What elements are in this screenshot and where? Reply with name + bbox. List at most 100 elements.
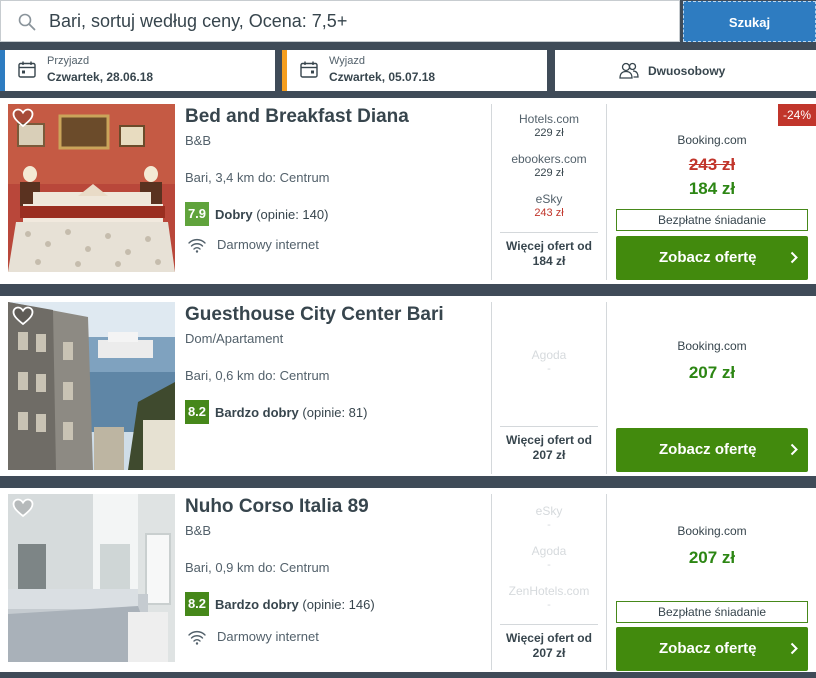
- offer-price: 243 zł: [534, 207, 564, 219]
- old-price: 243 zł: [608, 155, 816, 175]
- heart-icon[interactable]: [12, 498, 34, 518]
- hotel-photo-image: [8, 302, 175, 470]
- old-price-value: 243 zł: [688, 155, 736, 174]
- offer-price: -: [547, 599, 551, 611]
- rating-word: Bardzo dobry: [215, 596, 299, 612]
- view-deal-label: Zobacz ofertę: [659, 441, 757, 458]
- deal-price: 207 zł: [688, 548, 736, 567]
- more-offers-link[interactable]: Więcej ofert od 184 zł: [500, 232, 598, 269]
- checkout-label: Wyjazd: [329, 55, 365, 67]
- wifi-icon: [188, 630, 206, 645]
- offers-column: Hotels.com 229 zł ebookers.com 229 zł eS…: [491, 104, 607, 280]
- hotel-card: Nuho Corso Italia 89 B&B Bari, 0,9 km do…: [0, 488, 816, 672]
- checkout-value: Czwartek, 05.07.18: [329, 70, 436, 84]
- rating-word: Bardzo dobry: [215, 404, 299, 420]
- more-offers-label: Więcej ofert od: [506, 239, 592, 253]
- checkin-value: Czwartek, 28.06.18: [47, 70, 154, 84]
- rating-score-badge: 8.2: [185, 400, 209, 424]
- calendar-icon: [18, 61, 36, 78]
- heart-icon[interactable]: [12, 306, 34, 326]
- hotel-photo-image: [8, 104, 175, 272]
- rating: 8.2 Bardzo dobry (opinie: 146): [185, 592, 375, 616]
- hotel-card: Guesthouse City Center Bari Dom/Apartame…: [0, 296, 816, 476]
- offers-column: eSky - Agoda - ZenHotels.com - Więcej of…: [491, 494, 607, 670]
- deal-provider: Booking.com: [677, 339, 747, 353]
- hotel-distance: Bari, 3,4 km do: Centrum: [185, 170, 330, 185]
- rating-score-badge: 7.9: [185, 202, 209, 226]
- hotel-card: Bed and Breakfast Diana B&B Bari, 3,4 km…: [0, 98, 816, 284]
- room-type-selector[interactable]: Dwuosobowy: [555, 50, 816, 91]
- offer-provider: Hotels.com: [518, 112, 580, 126]
- search-bar: Bari, sortuj według ceny, Ocena: 7,5+ Sz…: [0, 0, 816, 44]
- chevron-right-icon: [790, 642, 798, 655]
- offer-item[interactable]: Hotels.com 229 zł: [492, 112, 606, 140]
- search-button[interactable]: Szukaj: [683, 1, 816, 42]
- offer-provider: eSky: [535, 504, 563, 518]
- discount-badge: -24%: [778, 104, 816, 126]
- hotel-name[interactable]: Guesthouse City Center Bari: [185, 304, 444, 326]
- amenity-label: Darmowy internet: [217, 237, 319, 252]
- more-offers-link[interactable]: Więcej ofert od 207 zł: [500, 426, 598, 463]
- hotel-distance: Bari, 0,6 km do: Centrum: [185, 368, 330, 383]
- filter-bar: Przyjazd Czwartek, 28.06.18 Wyjazd Czwar…: [0, 50, 816, 91]
- offer-item[interactable]: eSky 243 zł: [492, 192, 606, 220]
- view-deal-label: Zobacz ofertę: [659, 249, 757, 266]
- offer-price: 229 zł: [534, 127, 564, 139]
- checkout-date-picker[interactable]: Wyjazd Czwartek, 05.07.18: [282, 50, 547, 91]
- hotel-name[interactable]: Bed and Breakfast Diana: [185, 106, 409, 128]
- more-offers-price: 207 zł: [532, 646, 566, 660]
- amenity-label: Darmowy internet: [217, 629, 319, 644]
- search-icon: [18, 13, 36, 31]
- rating-count[interactable]: (opinie: 146): [302, 597, 374, 612]
- rating-count[interactable]: (opinie: 140): [256, 207, 328, 222]
- wifi-icon: [188, 238, 206, 253]
- chevron-right-icon: [790, 251, 798, 264]
- best-deal: Booking.com 207 zł Zobacz ofertę: [608, 296, 816, 476]
- hotel-type: Dom/Apartament: [185, 331, 284, 346]
- offer-price: -: [547, 559, 551, 571]
- checkin-label: Przyjazd: [47, 55, 90, 67]
- offer-price: 229 zł: [534, 167, 564, 179]
- hotel-photo[interactable]: [8, 104, 175, 272]
- offer-price: -: [547, 363, 551, 375]
- rating: 8.2 Bardzo dobry (opinie: 81): [185, 400, 367, 424]
- guests-icon: [619, 62, 639, 79]
- offer-item: Agoda -: [492, 348, 606, 376]
- hotel-photo[interactable]: [8, 494, 175, 662]
- calendar-icon: [300, 61, 318, 78]
- view-deal-button[interactable]: Zobacz ofertę: [616, 627, 808, 671]
- offer-item[interactable]: ebookers.com 229 zł: [492, 152, 606, 180]
- deal-provider: Booking.com: [677, 133, 747, 147]
- offer-item: eSky -: [492, 504, 606, 532]
- best-deal: Booking.com 207 zł Bezpłatne śniadanie Z…: [608, 488, 816, 672]
- hotel-distance: Bari, 0,9 km do: Centrum: [185, 560, 330, 575]
- more-offers-price: 207 zł: [532, 448, 566, 462]
- search-query: Bari, sortuj według ceny, Ocena: 7,5+: [49, 11, 348, 31]
- chevron-right-icon: [790, 443, 798, 456]
- hotel-type: B&B: [185, 523, 212, 538]
- best-deal: -24% Booking.com 243 zł 184 zł Bezpłatne…: [608, 98, 816, 284]
- checkin-date-picker[interactable]: Przyjazd Czwartek, 28.06.18: [0, 50, 275, 91]
- offer-provider: eSky: [535, 192, 563, 206]
- free-breakfast-badge: Bezpłatne śniadanie: [616, 601, 808, 623]
- room-type-label: Dwuosobowy: [648, 64, 726, 78]
- more-offers-label: Więcej ofert od: [506, 631, 592, 645]
- search-input[interactable]: Bari, sortuj według ceny, Ocena: 7,5+: [0, 0, 680, 42]
- free-breakfast-badge: Bezpłatne śniadanie: [616, 209, 808, 231]
- heart-icon[interactable]: [12, 108, 34, 128]
- deal-price: 207 zł: [688, 363, 736, 382]
- more-offers-price: 184 zł: [532, 254, 566, 268]
- rating: 7.9 Dobry (opinie: 140): [185, 202, 328, 226]
- hotel-photo-image: [8, 494, 175, 662]
- hotel-photo[interactable]: [8, 302, 175, 470]
- rating-count[interactable]: (opinie: 81): [302, 405, 367, 420]
- more-offers-label: Więcej ofert od: [506, 433, 592, 447]
- offer-price: -: [547, 519, 551, 531]
- rating-word: Dobry: [215, 206, 253, 222]
- view-deal-button[interactable]: Zobacz ofertę: [616, 428, 808, 472]
- rating-score-badge: 8.2: [185, 592, 209, 616]
- more-offers-link[interactable]: Więcej ofert od 207 zł: [500, 624, 598, 661]
- offer-provider: Agoda: [531, 348, 567, 362]
- hotel-name[interactable]: Nuho Corso Italia 89: [185, 496, 369, 518]
- view-deal-button[interactable]: Zobacz ofertę: [616, 236, 808, 280]
